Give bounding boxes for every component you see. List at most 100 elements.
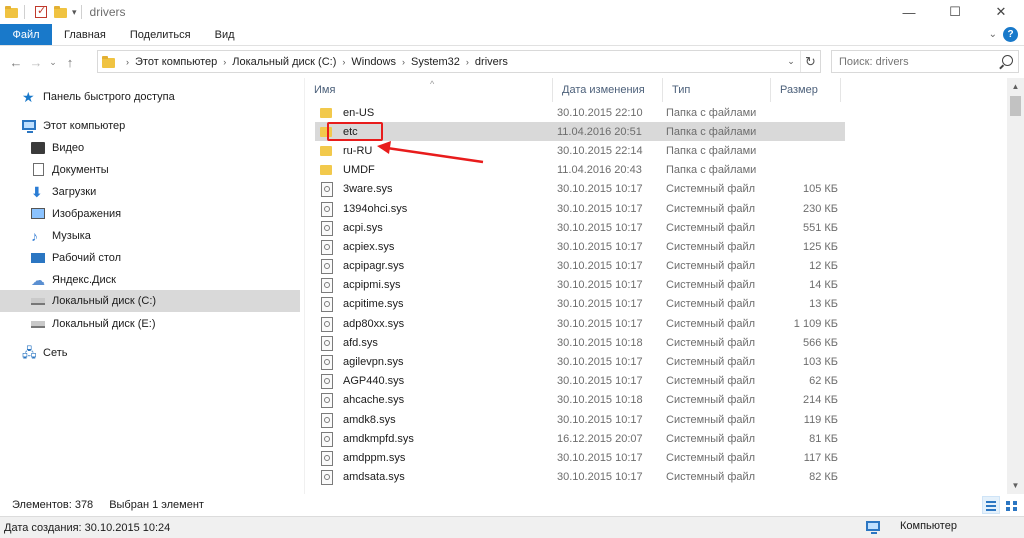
nav-item-label: Этот компьютер xyxy=(43,120,126,132)
nav-item-this-pc[interactable]: Этот компьютер xyxy=(22,115,322,137)
address-bar[interactable]: › Этот компьютер › Локальный диск (C:) ›… xyxy=(97,50,821,73)
search-box[interactable] xyxy=(831,50,1019,73)
file-date: 30.10.2015 10:17 xyxy=(557,202,643,215)
nav-item-music[interactable]: ♪ Музыка xyxy=(31,225,331,247)
file-size: 14 КБ xyxy=(809,279,838,292)
table-row[interactable]: en-US 30.10.2015 22:10 Папка с файлами xyxy=(315,103,845,122)
search-input[interactable] xyxy=(832,55,992,68)
tab-file[interactable]: Файл xyxy=(0,24,52,45)
chevron-right-icon[interactable]: › xyxy=(339,57,348,67)
table-row[interactable]: amdppm.sys 30.10.2015 10:17 Системный файл… xyxy=(315,448,845,467)
chevron-right-icon[interactable]: › xyxy=(463,57,472,67)
navigation-row: ← → ⌄ ↑ › Этот компьютер › Локальный дис… xyxy=(0,46,1024,78)
file-name: amdsata.sys xyxy=(343,471,405,484)
system-file-icon xyxy=(319,355,335,371)
table-row[interactable]: 3ware.sys 30.10.2015 10:17 Системный файл 1… xyxy=(315,180,845,199)
file-size: 125 КБ xyxy=(802,240,838,253)
column-header-type[interactable]: Тип xyxy=(663,78,771,102)
close-button[interactable]: ✕ xyxy=(978,0,1024,24)
file-name: amdppm.sys xyxy=(343,451,406,464)
breadcrumb-this-pc[interactable]: Этот компьютер xyxy=(132,56,220,68)
tab-view[interactable]: Вид xyxy=(203,24,247,45)
up-button[interactable]: ↑ xyxy=(60,50,80,74)
table-row[interactable]: amdsata.sys 30.10.2015 10:17 Системный фай… xyxy=(315,468,845,487)
chevron-right-icon[interactable]: › xyxy=(123,57,132,67)
computer-icon xyxy=(22,119,38,133)
tab-share[interactable]: Поделиться xyxy=(118,24,203,45)
table-row[interactable]: agilevpn.sys 30.10.2015 10:17 Системный фа… xyxy=(315,352,845,371)
column-header-date[interactable]: Дата изменения xyxy=(553,78,663,102)
vertical-scrollbar[interactable]: ▲ ▼ xyxy=(1007,78,1024,494)
nav-item-desktop[interactable]: Рабочий стол xyxy=(31,247,331,269)
nav-item-documents[interactable]: Документы xyxy=(31,159,331,181)
file-type: Системный файл xyxy=(666,394,756,407)
breadcrumb-windows[interactable]: Windows xyxy=(348,56,399,68)
chevron-right-icon[interactable]: › xyxy=(399,57,408,67)
expand-ribbon-icon[interactable]: ⌄ xyxy=(989,29,997,40)
refresh-icon[interactable]: ↻ xyxy=(800,51,820,72)
maximize-button[interactable]: ☐ xyxy=(932,0,978,24)
details-view-button[interactable] xyxy=(982,496,1000,514)
divider xyxy=(80,5,82,19)
nav-item-video[interactable]: Видео xyxy=(31,137,331,159)
table-row[interactable]: 1394ohci.sys 30.10.2015 10:17 Системный фа… xyxy=(315,199,845,218)
system-file-icon xyxy=(319,297,335,313)
table-row[interactable]: acpiex.sys 30.10.2015 10:17 Системный файл… xyxy=(315,237,845,256)
nav-item-local-disk-c[interactable]: Локальный диск (C:) xyxy=(0,290,300,312)
nav-item-pictures[interactable]: Изображения xyxy=(31,203,331,225)
chevron-down-icon[interactable]: ⌄ xyxy=(782,56,800,67)
nav-item-network[interactable]: 🖧 Сеть xyxy=(22,342,322,364)
table-row[interactable]: acpitime.sys 30.10.2015 10:17 Системный фа… xyxy=(315,295,845,314)
properties-icon[interactable] xyxy=(33,4,49,20)
file-name-cell: acpi.sys xyxy=(315,220,552,236)
table-row[interactable]: afd.sys 30.10.2015 10:18 Системный файл 566… xyxy=(315,333,845,352)
back-button[interactable]: ← xyxy=(6,50,26,74)
table-row[interactable]: amdk8.sys 30.10.2015 10:17 Системный файл 1… xyxy=(315,410,845,429)
chevron-right-icon[interactable]: › xyxy=(220,57,229,67)
help-icon[interactable]: ? xyxy=(1003,27,1018,42)
drive-icon xyxy=(31,294,47,308)
scroll-down-icon[interactable]: ▼ xyxy=(1007,477,1024,494)
column-header-name[interactable]: Имя ^ xyxy=(305,78,553,102)
recent-locations-icon[interactable]: ⌄ xyxy=(46,50,60,74)
file-name: acpipagr.sys xyxy=(343,260,405,273)
table-row[interactable]: acpipagr.sys 30.10.2015 10:17 Системный фа… xyxy=(315,257,845,276)
new-folder-icon[interactable] xyxy=(53,4,69,20)
file-list: Имя ^ Дата изменения Тип Размер en-US 30.… xyxy=(305,78,1024,494)
file-type: Системный файл xyxy=(666,202,756,215)
scroll-thumb[interactable] xyxy=(1010,96,1021,116)
downloads-icon: ⬇ xyxy=(31,184,43,200)
forward-button[interactable]: → xyxy=(26,50,46,74)
nav-item-yandex-disk[interactable]: ☁ Яндекс.Диск xyxy=(31,269,331,291)
column-header-size[interactable]: Размер xyxy=(771,78,841,102)
file-type: Папка с файлами xyxy=(666,106,757,119)
file-type: Системный файл xyxy=(666,375,756,388)
search-icon[interactable] xyxy=(1002,55,1013,66)
table-row[interactable]: acpi.sys 30.10.2015 10:17 Системный файл 55… xyxy=(315,218,845,237)
nav-item-quick-access[interactable]: ★ Панель быстрого доступа xyxy=(22,86,322,108)
folder-icon xyxy=(101,54,117,70)
tab-home[interactable]: Главная xyxy=(52,24,118,45)
folder-icon xyxy=(319,163,335,177)
table-row[interactable]: adp80xx.sys 30.10.2015 10:17 Системный фай… xyxy=(315,314,845,333)
table-row[interactable]: AGP440.sys 30.10.2015 10:17 Системный файл… xyxy=(315,372,845,391)
minimize-button[interactable]: — xyxy=(886,0,932,24)
window-title: drivers xyxy=(89,5,126,19)
scroll-up-icon[interactable]: ▲ xyxy=(1007,78,1024,95)
nav-item-downloads[interactable]: ⬇ Загрузки xyxy=(31,181,331,203)
file-type: Системный файл xyxy=(666,317,756,330)
table-row[interactable]: acpipmi.sys 30.10.2015 10:17 Системный фай… xyxy=(315,276,845,295)
large-icons-view-button[interactable] xyxy=(1002,496,1020,514)
file-type: Системный файл xyxy=(666,336,756,349)
file-date: 30.10.2015 10:18 xyxy=(557,394,643,407)
column-header-label: Имя xyxy=(314,84,336,96)
nav-item-local-disk-e[interactable]: Локальный диск (E:) xyxy=(31,313,331,335)
table-row[interactable]: ahcache.sys 30.10.2015 10:18 Системный фай… xyxy=(315,391,845,410)
file-date: 30.10.2015 10:17 xyxy=(557,279,643,292)
breadcrumb-local-disk-c[interactable]: Локальный диск (C:) xyxy=(229,56,339,68)
file-name-cell: afd.sys xyxy=(315,335,552,351)
breadcrumb-drivers[interactable]: drivers xyxy=(472,56,511,68)
table-row[interactable]: amdkmpfd.sys 16.12.2015 20:07 Системный фа… xyxy=(315,429,845,448)
quick-access-dropdown-icon[interactable]: ▾ xyxy=(72,7,77,18)
breadcrumb-system32[interactable]: System32 xyxy=(408,56,463,68)
